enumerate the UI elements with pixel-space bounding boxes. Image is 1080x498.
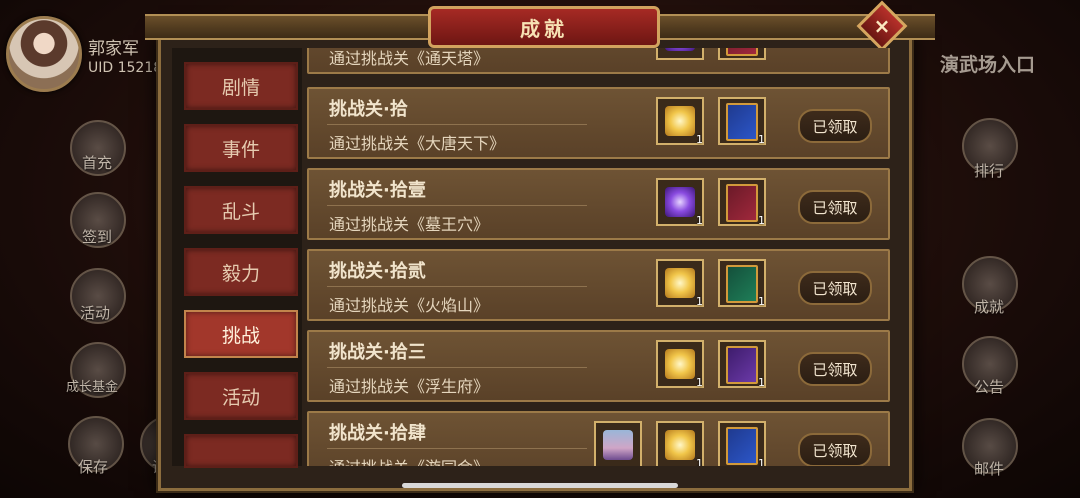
- reward-red-book-icon[interactable]: 1: [718, 178, 766, 227]
- reward-qty: 1: [758, 214, 765, 227]
- home-indicator[interactable]: [402, 483, 678, 488]
- reward-qty: 1: [696, 457, 703, 466]
- reward-purple-token-icon[interactable]: [656, 48, 704, 60]
- claimed-button[interactable]: 已领取: [798, 109, 872, 143]
- achievement-title: 挑战关·拾肆: [329, 423, 426, 444]
- reward-gold-token-icon[interactable]: 1: [656, 421, 704, 466]
- reward-blue-book-icon[interactable]: 1: [718, 97, 766, 146]
- side-label-save: 保存: [78, 458, 109, 476]
- list-item: 挑战关·拾肆 通过挑战关《游园会》 1 1 已领取: [307, 411, 890, 466]
- reward-qty: 1: [696, 133, 703, 146]
- arena-entrance[interactable]: 演武场入口: [940, 50, 1035, 77]
- achievement-title: 挑战关·拾壹: [329, 180, 426, 201]
- claimed-button[interactable]: 已领取: [798, 190, 872, 224]
- claimed-button[interactable]: 已领取: [798, 352, 872, 386]
- tab-event[interactable]: 事件: [184, 124, 298, 172]
- side-label-sign-in: 签到: [82, 228, 113, 246]
- modal-title: 成就: [428, 6, 660, 48]
- divider: [327, 367, 587, 368]
- reward-qty: 1: [758, 457, 765, 466]
- list-item: 挑战关·拾 通过挑战关《大唐天下》 1 1 已领取: [307, 87, 890, 159]
- reward-gold-token-icon[interactable]: 1: [656, 259, 704, 308]
- achievement-title: 挑战关·拾: [329, 99, 408, 120]
- tab-challenge[interactable]: 挑战: [184, 310, 298, 358]
- reward-qty: 1: [758, 295, 765, 308]
- reward-hero-card-icon[interactable]: [594, 421, 642, 466]
- achievement-desc: 通过挑战关《火焰山》: [329, 296, 490, 315]
- divider: [327, 286, 587, 287]
- side-label-mail: 邮件: [974, 460, 1005, 478]
- reward-purple-token-icon[interactable]: 1: [656, 178, 704, 227]
- player-uid: UID 15218: [88, 60, 163, 76]
- tab-brawl[interactable]: 乱斗: [184, 186, 298, 234]
- achievement-desc: 通过挑战关《游园会》: [329, 454, 489, 466]
- tab-story[interactable]: 剧情: [184, 62, 298, 110]
- list-item: 挑战关·拾三 通过挑战关《浮生府》 1 1 已领取: [307, 330, 890, 402]
- side-label-notice: 公告: [974, 378, 1005, 396]
- achievement-desc: 通过挑战关《浮生府》: [329, 377, 490, 396]
- close-icon: ×: [873, 14, 891, 38]
- side-label-achievement: 成就: [974, 298, 1005, 316]
- list-item: 挑战关·拾贰 通过挑战关《火焰山》 1 1 已领取: [307, 249, 890, 321]
- divider: [327, 124, 587, 125]
- achievement-desc: 通过挑战关《大唐天下》: [329, 134, 506, 153]
- player-avatar[interactable]: [6, 16, 82, 92]
- achievement-list[interactable]: 通过挑战关《通天塔》 挑战关·拾 通过挑战关《大唐天下》 1 1 已领取 挑战关…: [305, 48, 892, 466]
- side-label-growth-fund: 成长基金: [66, 380, 119, 395]
- reward-purple-book-icon[interactable]: 1: [718, 340, 766, 389]
- achievement-desc: 通过挑战关《通天塔》: [329, 49, 490, 68]
- side-label-activity: 活动: [80, 304, 111, 322]
- claimed-button[interactable]: 已领取: [798, 433, 872, 466]
- list-item: 挑战关·拾壹 通过挑战关《墓王穴》 1 1 已领取: [307, 168, 890, 240]
- achievement-title: 挑战关·拾贰: [329, 261, 426, 282]
- divider: [327, 205, 587, 206]
- achievement-title: 挑战关·拾三: [329, 342, 426, 363]
- reward-gold-token-icon[interactable]: 1: [656, 97, 704, 146]
- reward-qty: 1: [696, 376, 703, 389]
- tab-activity[interactable]: 活动: [184, 372, 298, 420]
- side-label-ranking: 排行: [974, 162, 1005, 180]
- reward-qty: 1: [758, 133, 765, 146]
- divider: [327, 448, 587, 449]
- claimed-button[interactable]: 已领取: [798, 271, 872, 305]
- tab-perseverance[interactable]: 毅力: [184, 248, 298, 296]
- side-label-first-charge: 首充: [82, 154, 113, 172]
- reward-green-book-icon[interactable]: 1: [718, 259, 766, 308]
- tab-more[interactable]: [184, 434, 298, 468]
- reward-qty: 1: [758, 376, 765, 389]
- reward-gold-token-icon[interactable]: 1: [656, 340, 704, 389]
- player-name: 郭家军: [88, 39, 139, 59]
- reward-qty: 1: [696, 295, 703, 308]
- achievement-desc: 通过挑战关《墓王穴》: [329, 215, 490, 234]
- reward-blue-book-icon[interactable]: 1: [718, 421, 766, 466]
- reward-qty: 1: [696, 214, 703, 227]
- reward-red-book-icon[interactable]: [718, 48, 766, 60]
- list-item: 通过挑战关《通天塔》: [307, 48, 890, 74]
